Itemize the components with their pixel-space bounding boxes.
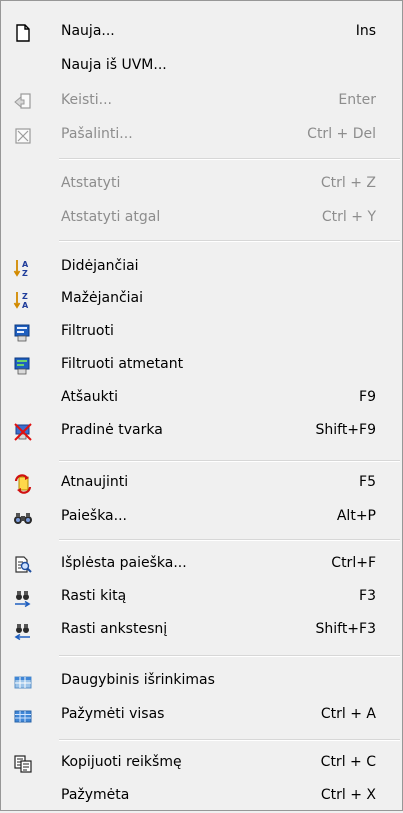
menu-item-label: Keisti... xyxy=(61,92,113,108)
menu-item-shortcut: Ctrl + Del xyxy=(307,126,376,142)
menu-item-initial-order[interactable]: Pradinė tvarka Shift+F9 xyxy=(1,414,402,448)
context-menu: Nauja... Ins Nauja iš UVM... Keisti... E… xyxy=(0,0,403,811)
menu-item-delete[interactable]: Pašalinti... Ctrl + Del xyxy=(1,118,402,152)
menu-item-shortcut: Ctrl+F xyxy=(331,555,376,571)
menu-item-label: Nauja... xyxy=(61,23,115,39)
menu-item-shortcut: F9 xyxy=(359,389,376,405)
menu-item-shortcut: Ins xyxy=(355,23,376,39)
menu-item-shortcut: Ctrl + Y xyxy=(321,209,376,225)
menu-item-shortcut: Ctrl + X xyxy=(320,787,376,803)
delete-icon xyxy=(15,128,31,144)
menu-item-shortcut: Shift+F9 xyxy=(315,422,376,438)
menu-item-label: Atstatyti atgal xyxy=(61,209,161,225)
select-all-icon xyxy=(14,710,32,723)
reset-filter-icon xyxy=(14,423,32,441)
menu-item-new-from-uvm[interactable]: Nauja iš UVM... xyxy=(1,49,402,83)
new-document-icon xyxy=(16,24,30,42)
copy-icon xyxy=(14,755,32,773)
menu-item-multi-select[interactable]: Daugybinis išrinkimas xyxy=(1,664,402,698)
menu-item-refresh[interactable]: Atnaujinti F5 xyxy=(1,466,402,500)
menu-separator xyxy=(59,158,400,160)
menu-separator xyxy=(59,539,400,541)
menu-separator xyxy=(59,460,400,462)
menu-item-sort-descending[interactable]: Z A Mažėjančiai xyxy=(1,282,402,316)
menu-item-label: Rasti ankstesnį xyxy=(61,621,168,637)
menu-item-label: Pradinė tvarka xyxy=(61,422,163,438)
menu-item-label: Rasti kitą xyxy=(61,588,127,604)
advanced-search-icon xyxy=(15,556,32,573)
find-previous-icon xyxy=(14,624,30,641)
edit-document-icon xyxy=(14,93,31,109)
menu-item-label: Daugybinis išrinkimas xyxy=(61,672,215,688)
menu-item-label: Atšaukti xyxy=(61,389,119,405)
menu-item-edit[interactable]: Keisti... Enter xyxy=(1,84,402,118)
filter-icon xyxy=(14,324,30,342)
menu-item-search[interactable]: Paieška... Alt+P xyxy=(1,500,402,534)
menu-item-label: Išplėsta paieška... xyxy=(61,555,187,571)
menu-item-shortcut: Shift+F3 xyxy=(315,621,376,637)
menu-item-find-next[interactable]: Rasti kitą F3 xyxy=(1,580,402,614)
menu-item-shortcut: Ctrl + A xyxy=(320,706,376,722)
menu-item-new[interactable]: Nauja... Ins xyxy=(1,15,402,49)
menu-item-advanced-search[interactable]: Išplėsta paieška... Ctrl+F xyxy=(1,547,402,581)
menu-item-filter-exclude[interactable]: Filtruoti atmetant xyxy=(1,348,402,382)
binoculars-icon xyxy=(14,513,32,524)
menu-item-shortcut: Enter xyxy=(338,92,376,108)
menu-item-label: Mažėjančiai xyxy=(61,290,144,306)
menu-item-copy-value[interactable]: Kopijuoti reikšmę Ctrl + C xyxy=(1,746,402,780)
menu-item-shortcut: F3 xyxy=(359,588,376,604)
menu-item-marked[interactable]: Pažymėta Ctrl + X xyxy=(1,779,402,813)
menu-item-filter[interactable]: Filtruoti xyxy=(1,315,402,349)
svg-text:A: A xyxy=(22,301,29,310)
menu-item-label: Pašalinti... xyxy=(61,126,133,142)
menu-item-select-all[interactable]: Pažymėti visas Ctrl + A xyxy=(1,698,402,732)
multi-select-icon xyxy=(14,676,32,689)
menu-item-find-previous[interactable]: Rasti ankstesnį Shift+F3 xyxy=(1,613,402,647)
menu-item-shortcut: Ctrl + C xyxy=(320,754,376,770)
sort-ascending-icon: A Z xyxy=(13,260,29,278)
menu-item-label: Filtruoti xyxy=(61,323,114,339)
svg-text:Z: Z xyxy=(22,269,28,278)
svg-text:A: A xyxy=(22,260,29,269)
menu-item-undo[interactable]: Atstatyti Ctrl + Z xyxy=(1,167,402,201)
menu-item-shortcut: Ctrl + Z xyxy=(320,175,376,191)
menu-item-label: Filtruoti atmetant xyxy=(61,356,184,372)
menu-item-label: Nauja iš UVM... xyxy=(61,57,167,73)
menu-item-label: Paieška... xyxy=(61,508,127,524)
menu-item-cancel[interactable]: Atšaukti F9 xyxy=(1,381,402,415)
refresh-icon xyxy=(14,474,32,494)
menu-item-shortcut: F5 xyxy=(359,474,376,490)
menu-item-redo[interactable]: Atstatyti atgal Ctrl + Y xyxy=(1,201,402,235)
menu-item-sort-ascending[interactable]: A Z Didėjančiai xyxy=(1,250,402,284)
menu-item-shortcut: Alt+P xyxy=(336,508,376,524)
menu-item-label: Atnaujinti xyxy=(61,474,129,490)
menu-item-label: Atstatyti xyxy=(61,175,121,191)
find-next-icon xyxy=(15,591,31,608)
svg-text:Z: Z xyxy=(22,292,28,301)
filter-exclude-icon xyxy=(14,357,30,375)
menu-item-label: Kopijuoti reikšmę xyxy=(61,754,182,770)
sort-descending-icon: Z A xyxy=(13,292,29,310)
menu-item-label: Didėjančiai xyxy=(61,258,139,274)
menu-separator xyxy=(59,739,400,741)
menu-separator xyxy=(59,240,400,242)
menu-separator xyxy=(59,655,400,657)
menu-item-label: Pažymėti visas xyxy=(61,706,165,722)
menu-item-label: Pažymėta xyxy=(61,787,130,803)
